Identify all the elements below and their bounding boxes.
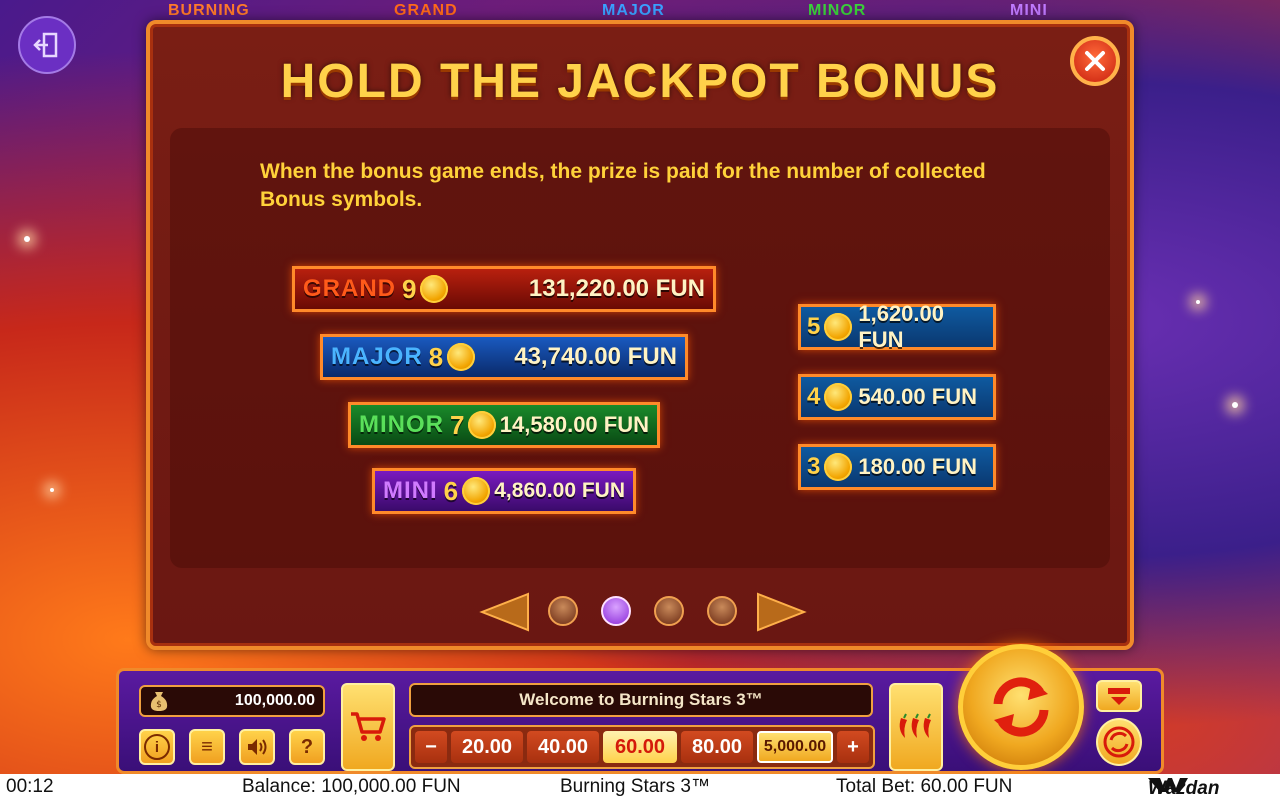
page-navigator xyxy=(150,590,1130,634)
prize-value: 180.00 FUN xyxy=(858,454,977,479)
sparkle-decoration xyxy=(24,236,30,242)
jackpot-label: MAJOR xyxy=(331,343,423,370)
jackpot-count: 9 xyxy=(402,273,417,304)
jackpot-prize: 4,860.00 FUN xyxy=(494,479,625,502)
jackpot-logo-strip: BURNING GRAND MAJOR MINOR MINI xyxy=(160,0,1120,22)
balance-value: 100,000.00 xyxy=(234,692,315,709)
sparkle-decoration xyxy=(1232,402,1238,408)
spin-button[interactable] xyxy=(958,644,1084,770)
status-balance: Balance: 100,000.00 FUN xyxy=(242,776,461,797)
help-button[interactable]: ? xyxy=(289,729,325,765)
prize-row-3: 3 180.00 FUN xyxy=(798,444,996,490)
bonus-coin-icon xyxy=(824,313,853,341)
turbo-icon xyxy=(1108,688,1130,705)
jackpot-count: 6 xyxy=(443,475,459,506)
prize-count: 5 xyxy=(807,313,821,340)
bet-increase-button[interactable]: + xyxy=(837,731,869,763)
previous-page-arrow-icon[interactable] xyxy=(478,590,532,634)
sparkle-decoration xyxy=(1196,300,1200,304)
game-name: Burning Stars 3™ xyxy=(560,776,710,797)
menu-button[interactable]: ≡ xyxy=(189,729,225,765)
jackpot-count: 8 xyxy=(428,341,444,372)
bet-option[interactable]: 20.00 xyxy=(451,731,523,763)
info-panel: HOLD THE JACKPOT BONUS When the bonus ga… xyxy=(146,20,1134,650)
chili-peppers-icon xyxy=(899,713,931,738)
bonus-coin-icon xyxy=(462,477,491,505)
svg-text:$: $ xyxy=(156,700,162,710)
exit-button[interactable] xyxy=(18,16,76,74)
autoplay-button[interactable] xyxy=(1096,718,1142,766)
bonus-coin-icon xyxy=(420,275,449,303)
panel-title: HOLD THE JACKPOT BONUS xyxy=(280,55,1000,108)
info-button[interactable]: i xyxy=(139,729,175,765)
menu-icon: ≡ xyxy=(201,735,213,758)
prize-row-5: 5 1,620.00 FUN xyxy=(798,301,996,352)
status-bar: 00:12 Balance: 100,000.00 FUN Burning St… xyxy=(0,774,1280,800)
page-dot-1[interactable] xyxy=(548,596,578,626)
jackpot-row-major: MAJOR 8 43,740.00 FUN xyxy=(320,334,688,380)
clock: 00:12 xyxy=(6,776,54,797)
page-dot-4[interactable] xyxy=(707,596,737,626)
sound-button[interactable] xyxy=(239,729,275,765)
brand-name: Wazdan xyxy=(1148,778,1220,799)
jackpot-row-grand: GRAND 9 131,220.00 FUN xyxy=(292,266,716,312)
bonus-description: When the bonus game ends, the prize is p… xyxy=(260,160,986,211)
autoplay-icon xyxy=(1103,726,1135,758)
jackpot-prize: 14,580.00 FUN xyxy=(499,412,649,437)
page-dot-2-active[interactable] xyxy=(601,596,631,626)
balance-display: $ 100,000.00 xyxy=(139,685,325,717)
jackpot-prize: 43,740.00 FUN xyxy=(514,343,677,370)
bonus-coin-icon xyxy=(468,411,497,439)
jackpot-label: MINOR xyxy=(359,411,444,438)
jackpot-label: GRAND xyxy=(303,275,396,302)
prize-value: 1,620.00 FUN xyxy=(858,301,944,352)
sparkle-decoration xyxy=(50,488,54,492)
prize-value: 540.00 FUN xyxy=(858,384,977,409)
bet-option[interactable]: 40.00 xyxy=(527,731,599,763)
bet-selector: − 20.00 40.00 60.00 80.00 5,000.00 + xyxy=(409,725,875,769)
prize-count: 3 xyxy=(807,453,821,480)
buy-feature-button[interactable] xyxy=(341,683,395,771)
prize-count: 4 xyxy=(807,383,821,410)
strip-label-grand: GRAND xyxy=(394,2,458,19)
spin-arrows-icon xyxy=(993,677,1049,737)
prize-row-4: 4 540.00 FUN xyxy=(798,374,996,420)
paytable-content: When the bonus game ends, the prize is p… xyxy=(170,128,1110,568)
money-bag-icon: $ xyxy=(150,692,168,711)
bonus-coin-icon xyxy=(824,383,853,411)
next-page-arrow-icon[interactable] xyxy=(754,590,808,634)
strip-label-major: MAJOR xyxy=(602,2,665,19)
status-total-bet: Total Bet: 60.00 FUN xyxy=(836,776,1013,797)
volatility-button[interactable] xyxy=(889,683,943,771)
bonus-coin-icon xyxy=(824,453,853,481)
bet-option-selected[interactable]: 60.00 xyxy=(603,731,677,763)
speaker-icon xyxy=(248,739,267,755)
strip-label-burning: BURNING xyxy=(168,2,250,19)
message-display: Welcome to Burning Stars 3™ xyxy=(409,683,873,717)
bet-option-max[interactable]: 5,000.00 xyxy=(757,731,833,763)
turbo-button[interactable] xyxy=(1096,680,1142,712)
bonus-coin-icon xyxy=(447,343,476,371)
strip-label-minor: MINOR xyxy=(808,2,867,19)
jackpot-row-mini: MINI 6 4,860.00 FUN xyxy=(372,468,636,514)
page-dot-3[interactable] xyxy=(654,596,684,626)
brand-logo: Wazdan xyxy=(1148,776,1219,799)
bet-option[interactable]: 80.00 xyxy=(681,731,753,763)
jackpot-count: 7 xyxy=(450,409,465,440)
help-icon: ? xyxy=(300,735,314,758)
shopping-cart-icon xyxy=(351,712,386,741)
jackpot-label: MINI xyxy=(383,477,438,504)
jackpot-prize: 131,220.00 FUN xyxy=(528,275,705,302)
close-button[interactable] xyxy=(1070,36,1120,86)
bet-decrease-button[interactable]: − xyxy=(415,731,447,763)
close-icon xyxy=(1085,51,1105,71)
info-icon: i xyxy=(144,734,170,760)
jackpot-row-minor: MINOR 7 14,580.00 FUN xyxy=(348,402,660,448)
exit-icon xyxy=(33,32,58,58)
strip-label-mini: MINI xyxy=(1010,2,1048,19)
